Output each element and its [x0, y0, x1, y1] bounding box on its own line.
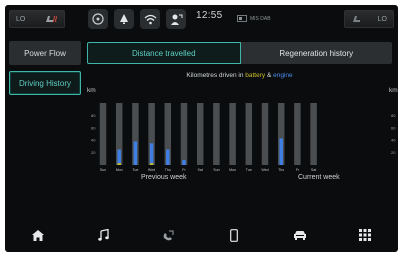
bar-track	[245, 103, 253, 165]
bar-track	[196, 103, 204, 165]
music-icon	[97, 229, 109, 241]
disc-icon	[92, 13, 104, 25]
x-tick-label: Tue	[132, 168, 138, 172]
dock-apps-button[interactable]	[333, 218, 399, 252]
y-tick-right: 40	[391, 138, 396, 143]
bottom-dock	[5, 218, 398, 252]
bar-engine	[133, 141, 138, 165]
x-tick-label: Tue	[246, 168, 252, 172]
status-bar: LO 12:55 MIS DAB LO	[5, 5, 398, 32]
x-tick-label: Wed	[261, 168, 268, 172]
distance-bar-chart: 20 20 40 40 60 60 80 80 Sun Mon Tue Wed Thu Fr Sat Sun M…	[91, 103, 396, 172]
bar-track	[213, 103, 220, 165]
y-tick-left: 60	[91, 125, 96, 130]
tab-regeneration-history[interactable]: Regeneration history	[240, 42, 392, 64]
dock-music-button[interactable]	[71, 218, 137, 252]
infotainment-screen: LO 12:55 MIS DAB LO Power Flow Driving H…	[5, 5, 398, 252]
x-tick-label: Sun	[213, 168, 219, 172]
bar-track	[99, 103, 107, 165]
x-tick-label: Sat	[311, 168, 316, 172]
bar-engine	[117, 149, 121, 164]
x-tick-label: Thu	[278, 168, 284, 172]
profile-button[interactable]	[166, 9, 186, 29]
bar-track	[294, 103, 301, 165]
climate-right-temp: LO	[377, 15, 387, 23]
phone-icon	[162, 229, 175, 241]
car-icon	[293, 230, 307, 240]
x-tick-label: Mon	[116, 168, 123, 172]
y-axis-unit-right: km	[389, 87, 398, 94]
x-tick-label: Mon	[229, 168, 236, 172]
climate-right-control[interactable]: LO	[344, 10, 394, 28]
profile-icon	[170, 13, 183, 26]
chart-title-amp: &	[265, 72, 274, 79]
previous-week-label: Previous week	[141, 174, 187, 181]
dock-home-button[interactable]	[5, 218, 71, 252]
chart-title-prefix: Kilometres driven in	[186, 72, 246, 79]
climate-left-temp: LO	[16, 15, 26, 23]
climate-left-control[interactable]: LO	[9, 10, 65, 28]
bar-battery	[149, 163, 154, 165]
apps-icon	[359, 229, 372, 241]
x-tick-label: Thu	[165, 168, 171, 172]
dock-vehicle-button[interactable]	[267, 218, 333, 252]
bar-engine	[279, 138, 283, 165]
tab-regeneration-label: Regeneration history	[279, 48, 354, 58]
nav-driving-history[interactable]: Driving History	[9, 71, 81, 95]
chart-title-engine: engine	[273, 72, 293, 79]
bar-engine	[166, 149, 170, 165]
clock: 12:55	[196, 10, 223, 21]
disc-button[interactable]	[88, 9, 108, 29]
y-tick-right: 20	[391, 150, 396, 155]
nav-power-flow-label: Power Flow	[24, 48, 66, 58]
tab-distance-label: Distance travelled	[131, 48, 196, 58]
wifi-icon	[144, 14, 157, 25]
mobile-icon	[230, 228, 239, 242]
bar-track	[310, 103, 317, 165]
bar-track	[261, 103, 269, 165]
chart-title: Kilometres driven in battery & engine	[87, 72, 392, 79]
y-tick-left: 40	[91, 138, 96, 143]
nav-driving-history-label: Driving History	[18, 78, 71, 88]
alert-button[interactable]	[114, 9, 134, 29]
x-tick-label: Fr	[182, 168, 186, 172]
dock-mobile-button[interactable]	[202, 218, 268, 252]
y-axis-unit-left: km	[87, 87, 96, 94]
bar-engine	[149, 143, 154, 164]
alert-icon	[118, 13, 130, 25]
dock-phone-button[interactable]	[136, 218, 202, 252]
x-tick-label: Wed	[148, 168, 155, 172]
history-tabs: Distance travelled Regeneration history	[87, 42, 392, 64]
seat-heat-icon	[351, 14, 361, 24]
y-tick-left: 80	[91, 113, 96, 118]
y-tick-right: 80	[391, 113, 396, 118]
bar-track	[229, 103, 236, 165]
seat-heat-icon	[44, 14, 58, 24]
x-tick-label: Fr	[296, 168, 300, 172]
bar-engine	[182, 160, 186, 165]
home-icon	[31, 229, 44, 241]
x-tick-label: Sun	[100, 168, 106, 172]
current-week-label: Current week	[298, 174, 340, 181]
wifi-button[interactable]	[140, 9, 160, 29]
chart-title-battery: battery	[245, 72, 266, 79]
nav-power-flow[interactable]: Power Flow	[9, 41, 81, 65]
bar-battery	[117, 163, 121, 165]
y-tick-right: 60	[391, 125, 396, 130]
y-tick-left: 20	[91, 150, 96, 155]
audio-source[interactable]: MIS DAB	[233, 13, 275, 24]
radio-icon	[237, 15, 247, 22]
x-tick-label: Sat	[197, 168, 202, 172]
bar-track	[180, 103, 188, 165]
tab-distance-travelled[interactable]: Distance travelled	[87, 42, 241, 64]
audio-source-label: MIS DAB	[250, 15, 271, 22]
